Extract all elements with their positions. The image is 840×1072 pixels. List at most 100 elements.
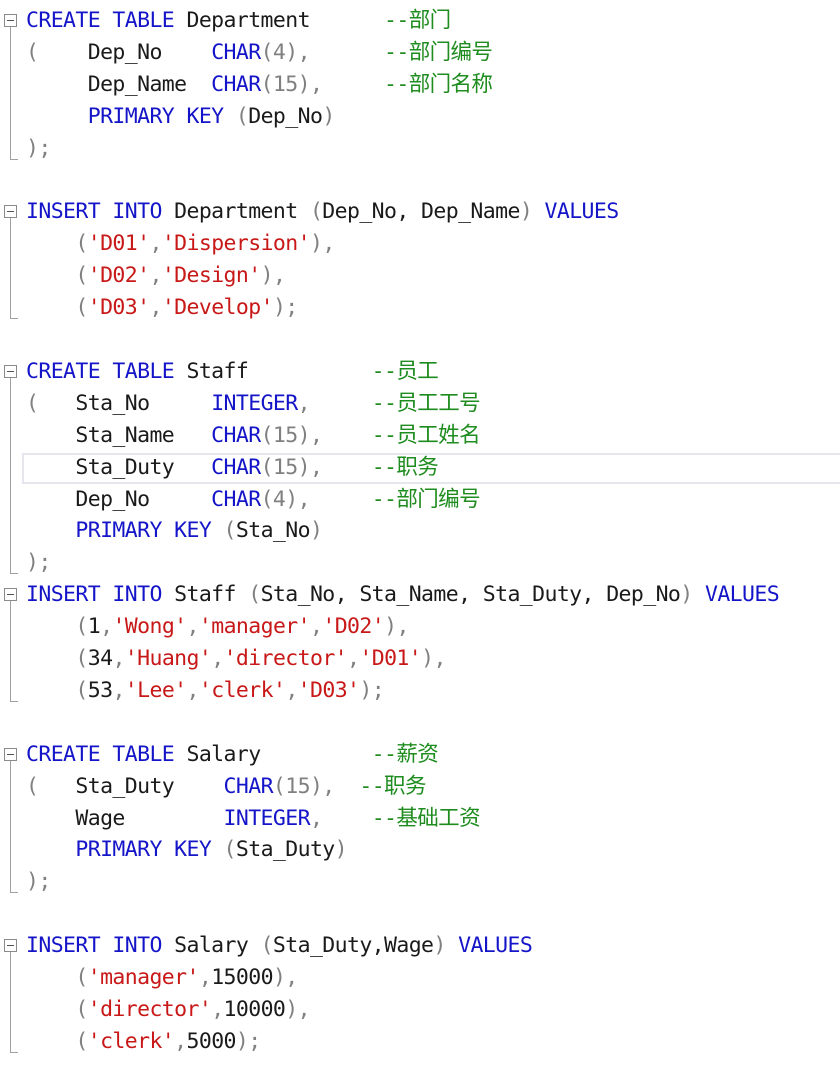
sql-keyword: CHAR bbox=[211, 422, 261, 448]
punctuation: , bbox=[149, 231, 162, 257]
punctuation: ( bbox=[26, 996, 88, 1022]
identifier: 10000 bbox=[223, 996, 286, 1022]
sql-keyword: CHAR bbox=[223, 773, 274, 799]
collapse-minus-icon[interactable] bbox=[4, 205, 17, 219]
punctuation: , bbox=[174, 1028, 187, 1054]
identifier: Dep_No, Dep_Name bbox=[322, 199, 520, 225]
sql-keyword: INSERT INTO bbox=[26, 199, 162, 225]
identifier: Sta_Duty bbox=[235, 837, 335, 863]
collapse-minus-icon[interactable] bbox=[4, 939, 17, 953]
punctuation: ) bbox=[322, 103, 335, 129]
code-line[interactable]: ( Dep_No CHAR(4), --部门编号 bbox=[26, 37, 493, 69]
identifier bbox=[26, 104, 88, 129]
identifier bbox=[335, 774, 360, 799]
punctuation: (15), bbox=[272, 773, 335, 799]
identifier: 5000 bbox=[186, 1028, 237, 1054]
string-literal: 'manager' bbox=[198, 614, 311, 640]
string-literal: 'Huang' bbox=[124, 646, 212, 671]
punctuation: (4), bbox=[260, 39, 311, 65]
code-line[interactable]: ); bbox=[26, 133, 51, 165]
code-line[interactable]: Dep_Name CHAR(15), --部门名称 bbox=[26, 69, 493, 101]
identifier bbox=[322, 423, 371, 448]
code-line[interactable]: CREATE TABLE Department --部门 bbox=[26, 5, 451, 37]
sql-comment: --员工工号 bbox=[371, 390, 481, 416]
string-literal: 'director' bbox=[223, 646, 348, 671]
punctuation: (15), bbox=[260, 454, 323, 480]
string-literal: 'D03' bbox=[87, 295, 150, 321]
code-line[interactable]: Sta_Name CHAR(15), --员工姓名 bbox=[26, 420, 480, 452]
code-line[interactable]: CREATE TABLE Staff --员工 bbox=[26, 356, 439, 388]
punctuation: , bbox=[149, 263, 162, 289]
punctuation: , bbox=[347, 646, 360, 671]
punctuation: , bbox=[186, 677, 200, 703]
code-line[interactable]: (53,'Lee','clerk','D03'); bbox=[26, 675, 384, 707]
sql-keyword: CHAR bbox=[211, 71, 261, 97]
code-line[interactable]: ('director',10000), bbox=[26, 994, 310, 1026]
collapse-minus-icon[interactable] bbox=[4, 747, 17, 761]
fold-guide-end bbox=[10, 1051, 18, 1053]
code-line[interactable]: ); bbox=[26, 547, 51, 579]
punctuation: ( bbox=[223, 103, 249, 129]
code-line[interactable]: ('manager',15000), bbox=[26, 962, 298, 994]
sql-comment: --部门编号 bbox=[371, 486, 481, 512]
code-line[interactable]: (34,'Huang','director','D01'), bbox=[26, 643, 446, 675]
punctuation: ), bbox=[272, 965, 298, 990]
code-line[interactable]: PRIMARY KEY (Sta_No) bbox=[26, 515, 323, 547]
punctuation: ) bbox=[519, 199, 533, 225]
fold-guide-end bbox=[10, 892, 18, 894]
punctuation: ( bbox=[26, 231, 88, 257]
code-line[interactable]: ('D01','Dispersion'), bbox=[26, 228, 335, 260]
fold-guide-end bbox=[10, 573, 18, 575]
string-literal: 'D01' bbox=[359, 646, 422, 671]
string-literal: 'clerk' bbox=[198, 677, 286, 703]
identifier: Salary bbox=[174, 741, 261, 767]
code-line[interactable]: PRIMARY KEY (Sta_Duty) bbox=[26, 834, 347, 866]
code-line[interactable]: CREATE TABLE Salary --薪资 bbox=[26, 739, 439, 771]
code-line[interactable]: Dep_No CHAR(4), --部门编号 bbox=[26, 484, 480, 516]
punctuation: , bbox=[309, 805, 323, 831]
punctuation: ) bbox=[309, 518, 323, 544]
punctuation: ), bbox=[421, 646, 446, 671]
identifier bbox=[26, 518, 75, 543]
sql-keyword: VALUES bbox=[445, 933, 533, 959]
code-line[interactable]: INSERT INTO Salary (Sta_Duty,Wage) VALUE… bbox=[26, 930, 533, 962]
identifier: Sta_Name bbox=[26, 422, 212, 448]
code-line[interactable]: ('D02','Design'), bbox=[26, 260, 286, 292]
code-line[interactable]: (1,'Wong','manager','D02'), bbox=[26, 611, 409, 643]
punctuation: ( bbox=[26, 295, 88, 321]
collapse-minus-icon[interactable] bbox=[4, 588, 17, 602]
identifier bbox=[310, 487, 372, 512]
punctuation: , bbox=[285, 677, 298, 703]
string-literal: 'D03' bbox=[297, 677, 360, 703]
identifier: Sta_No bbox=[38, 390, 212, 416]
punctuation: ( bbox=[211, 518, 237, 544]
identifier: Sta_No, Sta_Name, Sta_Duty, Dep_No bbox=[260, 582, 681, 608]
code-line[interactable]: Sta_Duty CHAR(15), --职务 bbox=[26, 452, 438, 484]
punctuation: ( bbox=[26, 965, 88, 990]
punctuation: , bbox=[112, 646, 125, 671]
punctuation: ( bbox=[26, 39, 39, 65]
identifier bbox=[322, 72, 384, 97]
code-line[interactable]: ( Sta_Duty CHAR(15), --职务 bbox=[26, 771, 426, 803]
identifier: Staff bbox=[174, 358, 249, 384]
code-line[interactable]: PRIMARY KEY (Dep_No) bbox=[26, 101, 336, 133]
punctuation: ), bbox=[309, 231, 335, 257]
code-line[interactable]: ( Sta_No INTEGER, --员工工号 bbox=[26, 388, 481, 420]
collapse-minus-icon[interactable] bbox=[4, 14, 17, 27]
identifier: 53 bbox=[87, 677, 113, 703]
string-literal: 'D02' bbox=[322, 614, 385, 640]
identifier: Department bbox=[161, 199, 310, 225]
identifier bbox=[26, 837, 75, 862]
code-line[interactable]: ('D03','Develop'); bbox=[26, 292, 298, 324]
sql-keyword: INTEGER bbox=[211, 390, 298, 416]
code-line[interactable]: INSERT INTO Staff (Sta_No, Sta_Name, Sta… bbox=[26, 579, 780, 611]
code-line[interactable]: Wage INTEGER, --基础工资 bbox=[26, 803, 480, 835]
code-line[interactable]: ); bbox=[26, 866, 51, 898]
string-literal: 'manager' bbox=[87, 965, 200, 990]
fold-guide-line bbox=[10, 601, 11, 701]
sql-editor[interactable]: CREATE TABLE Department --部门( Dep_No CHA… bbox=[0, 0, 840, 1072]
code-line[interactable]: ('clerk',5000); bbox=[26, 1026, 261, 1058]
code-line[interactable]: INSERT INTO Department (Dep_No, Dep_Name… bbox=[26, 196, 619, 228]
punctuation: , bbox=[198, 965, 212, 990]
collapse-minus-icon[interactable] bbox=[4, 364, 17, 378]
